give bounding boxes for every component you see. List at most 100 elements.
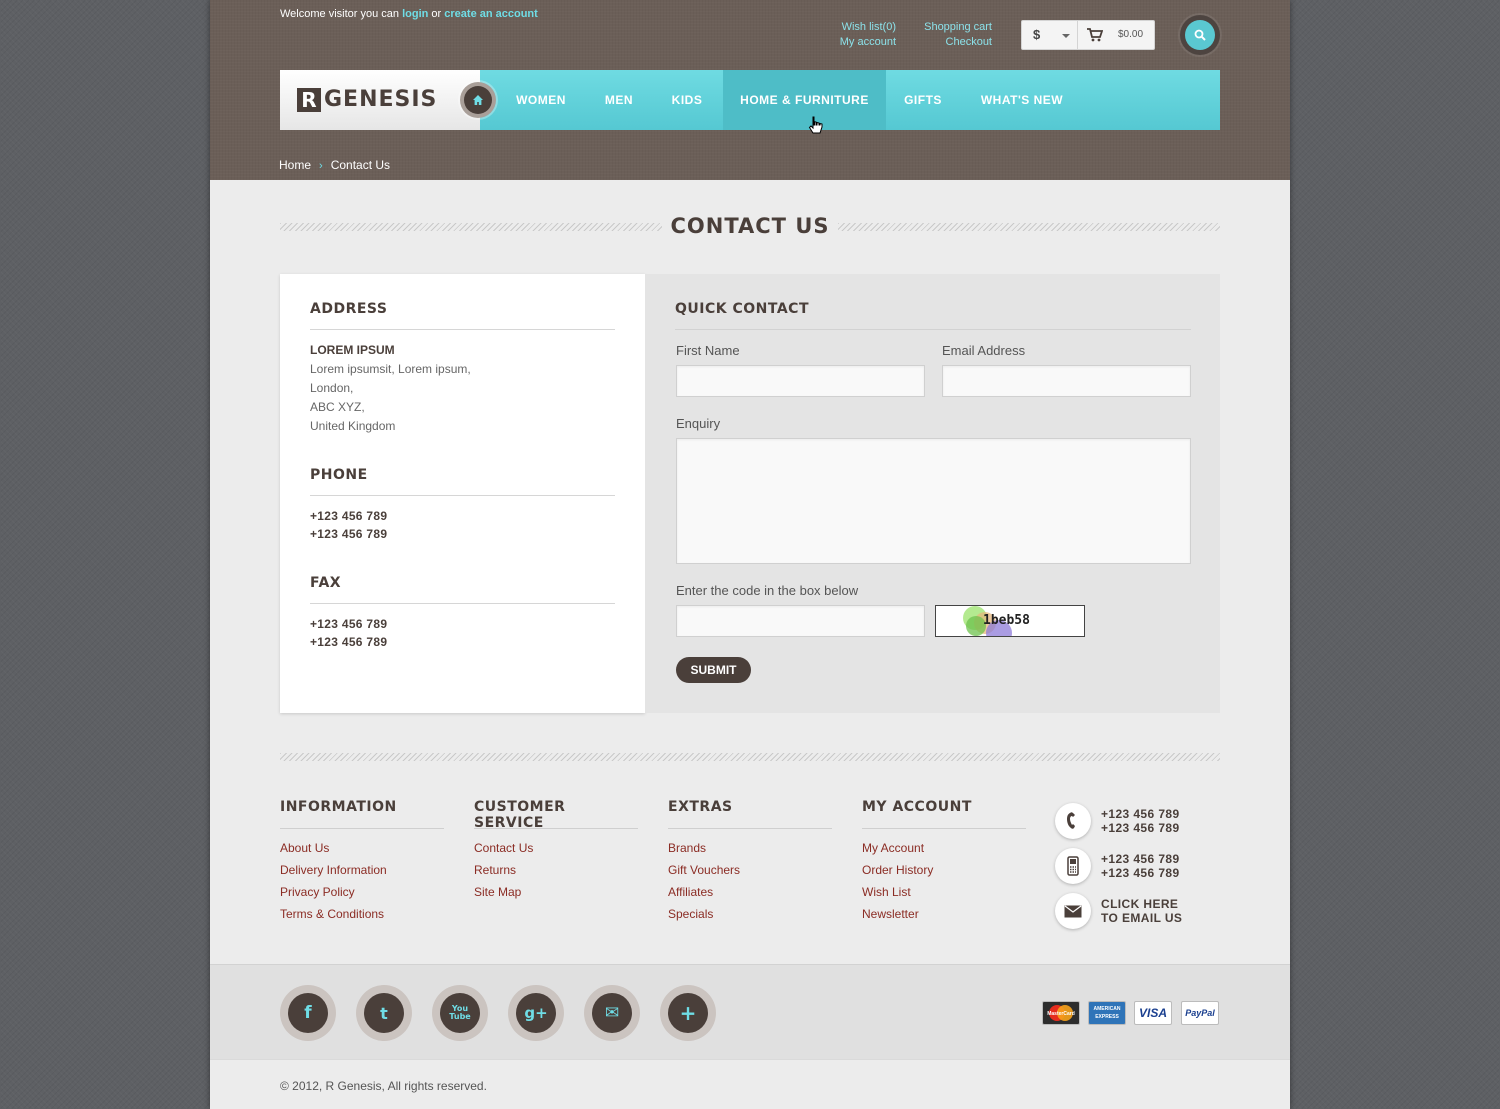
footer-heading: MY ACCOUNT: [862, 799, 972, 815]
paypal-icon: PayPal: [1181, 1001, 1219, 1025]
footer-column-customer-service: CUSTOMER SERVICE Contact Us Returns Site…: [474, 799, 638, 907]
address-line: London,: [310, 381, 354, 395]
more-share-button[interactable]: +: [660, 985, 716, 1041]
cart-total: $0.00: [1118, 29, 1144, 40]
address-line: ABC XYZ,: [310, 400, 365, 414]
email-share-button[interactable]: ✉: [584, 985, 640, 1041]
checkout-link[interactable]: Checkout: [910, 35, 992, 50]
visa-icon: VISA: [1134, 1001, 1172, 1025]
captcha-code: 1beb58: [983, 613, 1030, 628]
footer-link-about-us[interactable]: About Us: [280, 841, 444, 863]
footer-link-order-history[interactable]: Order History: [862, 863, 1026, 885]
email-input[interactable]: [942, 365, 1191, 397]
mobile-badge: [1055, 848, 1091, 884]
currency-select[interactable]: $: [1021, 20, 1078, 50]
youtube-icon: You Tube: [440, 993, 480, 1033]
address-line: Lorem ipsumsit, Lorem ipsum,: [310, 362, 471, 376]
quick-contact-form: QUICK CONTACT First Name Email Address E…: [645, 274, 1220, 713]
search-button[interactable]: [1180, 15, 1220, 55]
page: Welcome visitor you can login or create …: [210, 0, 1290, 1109]
copyright-bar: © 2012, R Genesis, All rights reserved.: [210, 1059, 1290, 1109]
nav-item-kids[interactable]: KIDS: [659, 70, 715, 130]
captcha-label: Enter the code in the box below: [676, 583, 859, 598]
address-card: ADDRESS LOREM IPSUM Lorem ipsumsit, Lore…: [280, 274, 645, 713]
phone-number: +123 456 789: [310, 509, 388, 523]
footer-divider: [280, 753, 1220, 761]
divider: [675, 329, 1191, 330]
footer-link-my-account[interactable]: My Account: [862, 841, 1026, 863]
nav-item-whats-new[interactable]: WHAT'S NEW: [974, 70, 1070, 130]
phone-number: +123 456 789: [310, 527, 388, 541]
twitter-icon: t: [364, 993, 404, 1033]
fax-number: +123 456 789: [310, 617, 388, 631]
mastercard-icon: MasterCard: [1042, 1001, 1080, 1025]
email-us-link[interactable]: CLICK HERE TO EMAIL US: [1101, 897, 1182, 925]
footer-link-brands[interactable]: Brands: [668, 841, 832, 863]
address-name: LOREM IPSUM: [310, 343, 395, 357]
footer-link-site-map[interactable]: Site Map: [474, 885, 638, 907]
plus-icon: +: [668, 993, 708, 1033]
nav-item-home-furniture[interactable]: HOME & FURNITURE: [723, 70, 886, 130]
nav-item-gifts[interactable]: GIFTS: [898, 70, 948, 130]
breadcrumb: Home › Contact Us: [279, 158, 390, 172]
footer-mobile-numbers: +123 456 789 +123 456 789: [1101, 852, 1180, 880]
mobile-phone-icon: [1067, 856, 1079, 876]
divider: [310, 495, 615, 496]
home-icon: [473, 95, 483, 105]
email-icon: ✉: [592, 993, 632, 1033]
enquiry-textarea[interactable]: [676, 438, 1191, 564]
address-line: United Kingdom: [310, 419, 396, 433]
divider: [310, 603, 615, 604]
facebook-button[interactable]: f: [280, 985, 336, 1041]
search-icon: [1194, 29, 1206, 41]
footer-link-specials[interactable]: Specials: [668, 907, 832, 929]
footer-link-privacy-policy[interactable]: Privacy Policy: [280, 885, 444, 907]
nav-item-men[interactable]: MEN: [591, 70, 647, 130]
account-links: Wish list(0) My account: [810, 20, 896, 50]
twitter-button[interactable]: t: [356, 985, 412, 1041]
youtube-button[interactable]: You Tube: [432, 985, 488, 1041]
address-heading: ADDRESS: [310, 301, 388, 317]
header: Welcome visitor you can login or create …: [210, 0, 1290, 180]
email-badge[interactable]: [1055, 893, 1091, 929]
captcha-image: 1beb58: [935, 605, 1085, 637]
main-nav: WOMEN MEN KIDS HOME & FURNITURE GIFTS WH…: [480, 70, 1220, 130]
enquiry-label: Enquiry: [676, 416, 721, 431]
shopping-cart-link[interactable]: Shopping cart: [910, 20, 992, 35]
footer-column-extras: EXTRAS Brands Gift Vouchers Affiliates S…: [668, 799, 832, 929]
footer-link-terms-conditions[interactable]: Terms & Conditions: [280, 907, 444, 929]
phone-badge: [1055, 803, 1091, 839]
footer-link-wish-list[interactable]: Wish List: [862, 885, 1026, 907]
footer-link-returns[interactable]: Returns: [474, 863, 638, 885]
cart-button[interactable]: $0.00: [1078, 20, 1155, 50]
footer-link-newsletter[interactable]: Newsletter: [862, 907, 1026, 929]
footer-link-gift-vouchers[interactable]: Gift Vouchers: [668, 863, 832, 885]
footer-link-affiliates[interactable]: Affiliates: [668, 885, 832, 907]
logo[interactable]: R GENESIS: [280, 70, 480, 130]
footer-column-my-account: MY ACCOUNT My Account Order History Wish…: [862, 799, 1026, 929]
my-account-link[interactable]: My account: [810, 35, 896, 50]
footer-link-delivery-information[interactable]: Delivery Information: [280, 863, 444, 885]
create-account-link[interactable]: create an account: [444, 8, 538, 20]
home-button[interactable]: [460, 82, 496, 118]
first-name-input[interactable]: [676, 365, 925, 397]
divider: [280, 828, 444, 829]
login-link[interactable]: login: [402, 8, 428, 20]
footer-link-contact-us[interactable]: Contact Us: [474, 841, 638, 863]
divider: [862, 828, 1026, 829]
social-bar: f t You Tube g+ ✉ + MasterCard AMERICAN …: [210, 964, 1290, 1059]
title-divider-left: [280, 223, 662, 231]
submit-button[interactable]: SUBMIT: [676, 657, 751, 683]
email-label: Email Address: [942, 343, 1026, 358]
logo-text: GENESIS: [324, 87, 438, 112]
phone-heading: PHONE: [310, 467, 368, 483]
footer-column-information: INFORMATION About Us Delivery Informatio…: [280, 799, 444, 929]
page-title: CONTACT US: [670, 214, 830, 238]
breadcrumb-home[interactable]: Home: [279, 158, 311, 172]
google-plus-button[interactable]: g+: [508, 985, 564, 1041]
captcha-input[interactable]: [676, 605, 925, 637]
nav-item-women[interactable]: WOMEN: [506, 70, 576, 130]
google-plus-icon: g+: [516, 993, 556, 1033]
wishlist-link[interactable]: Wish list(0): [810, 20, 896, 35]
phone-icon: [1067, 812, 1075, 829]
